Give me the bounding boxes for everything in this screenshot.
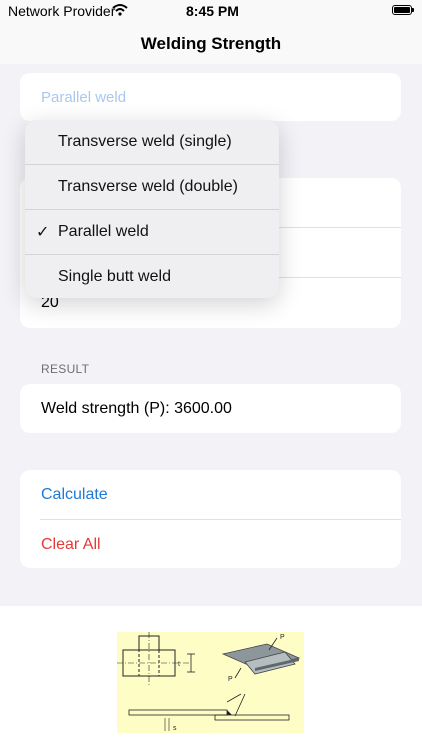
status-time: 8:45 PM	[186, 3, 239, 19]
menu-item-label: Single butt weld	[58, 268, 171, 285]
p-bottom-label: P	[228, 676, 233, 683]
navigation-bar: Welding Strength	[0, 24, 422, 64]
page-title: Welding Strength	[140, 34, 282, 53]
weld-type-placeholder: Parallel weld	[41, 89, 127, 106]
actions-card: Calculate Clear All	[20, 470, 401, 568]
wifi-icon	[112, 4, 128, 16]
clear-all-button[interactable]: Clear All	[20, 520, 401, 568]
result-section-header: RESULT	[41, 362, 90, 376]
menu-item-transverse-double[interactable]: Transverse weld (double)	[25, 165, 279, 209]
weld-type-menu: Transverse weld (single) Transverse weld…	[25, 120, 279, 298]
menu-item-label: Transverse weld (double)	[58, 178, 238, 195]
weld-strength-result: Weld strength (P): 3600.00	[41, 400, 232, 417]
checkmark-icon: ✓	[36, 224, 50, 241]
weld-diagram-drawing: t P P s	[117, 632, 301, 732]
result-card: Weld strength (P): 3600.00	[20, 384, 401, 433]
carrier-name: Network Provider	[8, 3, 116, 19]
weld-diagram: t P P s	[117, 632, 304, 733]
s-label: s	[173, 725, 177, 732]
app-screen: Network Provider 8:45 PM Welding Strengt…	[0, 0, 422, 606]
status-bar: Network Provider 8:45 PM	[0, 0, 422, 24]
menu-item-transverse-single[interactable]: Transverse weld (single)	[25, 120, 279, 164]
calculate-button[interactable]: Calculate	[20, 470, 401, 519]
menu-item-label: Parallel weld	[58, 223, 149, 240]
menu-item-label: Transverse weld (single)	[58, 133, 232, 150]
menu-item-single-butt[interactable]: Single butt weld	[25, 255, 279, 298]
weld-type-picker[interactable]: Parallel weld	[20, 73, 401, 121]
calculate-label: Calculate	[41, 486, 108, 503]
menu-item-parallel[interactable]: ✓ Parallel weld	[25, 210, 279, 254]
clear-all-label: Clear All	[41, 536, 101, 553]
battery-icon	[392, 5, 414, 15]
p-top-label: P	[280, 634, 285, 641]
t-label: t	[178, 661, 180, 668]
